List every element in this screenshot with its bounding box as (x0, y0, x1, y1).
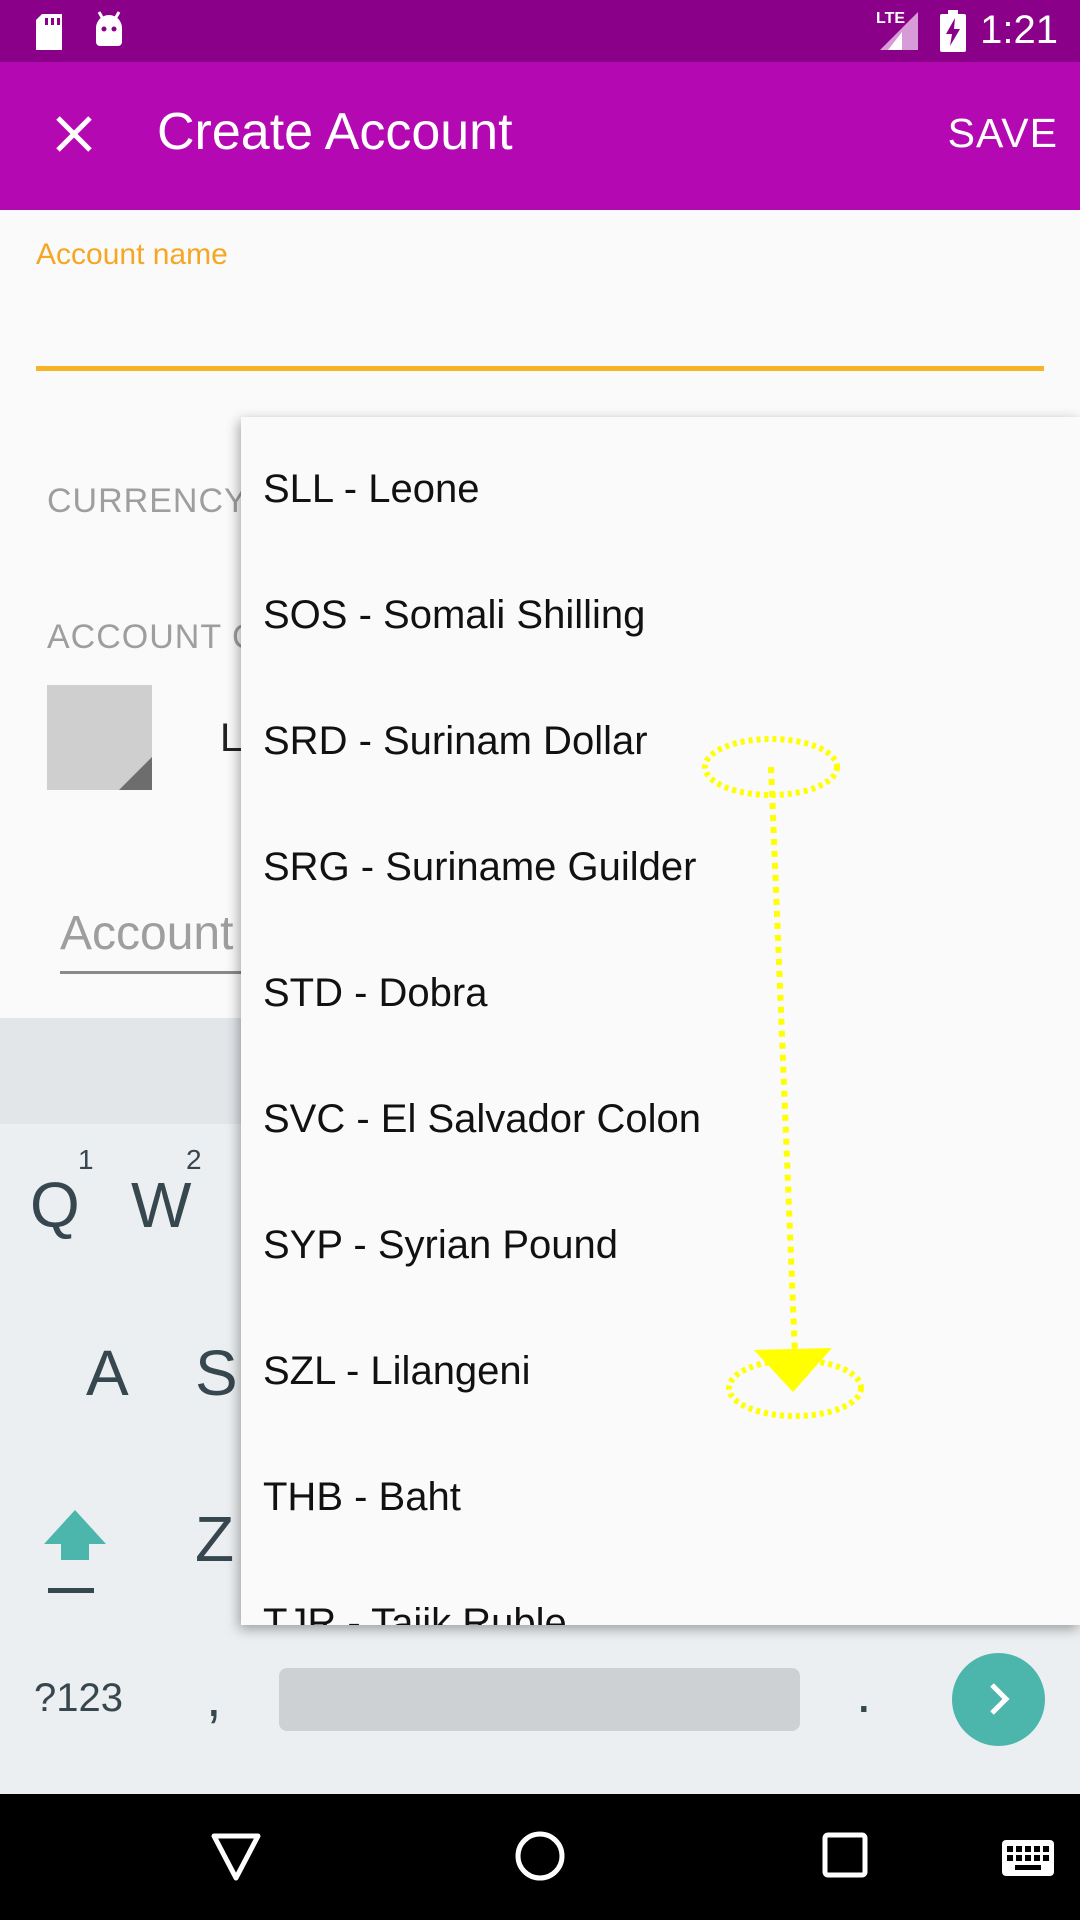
color-swatch[interactable] (47, 685, 152, 790)
comma-key[interactable]: , (206, 1664, 222, 1729)
currency-option[interactable]: TJR - Tajik Ruble (241, 1560, 1080, 1626)
account-name-underline (36, 366, 1044, 371)
close-icon[interactable] (52, 112, 96, 156)
back-icon[interactable] (210, 1832, 262, 1887)
currency-option[interactable]: SLL - Leone (241, 426, 1080, 552)
currency-label: CURRENCY (47, 482, 248, 520)
status-time: 1:21 (980, 8, 1058, 52)
currency-option[interactable]: SZL - Lilangeni (241, 1308, 1080, 1434)
key-q-hint: 1 (78, 1144, 94, 1175)
save-button[interactable]: SAVE (948, 110, 1058, 157)
color-value: L (220, 716, 243, 760)
page-title: Create Account (157, 103, 513, 161)
key-w[interactable]: W (131, 1168, 191, 1242)
currency-option[interactable]: STD - Dobra (241, 930, 1080, 1056)
account-name-label: Account name (36, 238, 228, 271)
key-z[interactable]: Z (195, 1502, 234, 1576)
battery-charging-icon (940, 10, 966, 57)
status-bar: LTE 1:21 (0, 0, 1080, 62)
currency-option[interactable]: THB - Baht (241, 1434, 1080, 1560)
description-underline (60, 971, 260, 974)
chevron-right-icon (990, 1683, 1010, 1715)
keyboard-switch-icon[interactable] (1002, 1840, 1054, 1881)
next-action-button[interactable] (952, 1653, 1045, 1746)
app-bar: Create Account SAVE (0, 62, 1080, 210)
symbols-key[interactable]: ?123 (34, 1676, 123, 1721)
recents-icon[interactable] (822, 1832, 868, 1883)
currency-dropdown[interactable]: SLL - Leone SOS - Somali Shilling SRD - … (241, 417, 1080, 1625)
navigation-bar (0, 1794, 1080, 1920)
currency-option[interactable]: SRG - Suriname Guilder (241, 804, 1080, 930)
currency-option[interactable]: SYP - Syrian Pound (241, 1182, 1080, 1308)
account-color-label: ACCOUNT C (47, 618, 258, 656)
currency-option[interactable]: SVC - El Salvador Colon (241, 1056, 1080, 1182)
space-bar[interactable] (279, 1668, 800, 1731)
currency-option[interactable]: SRD - Surinam Dollar (241, 678, 1080, 804)
key-q[interactable]: Q (30, 1168, 80, 1242)
key-s[interactable]: S (195, 1336, 238, 1410)
key-a[interactable]: A (86, 1336, 129, 1410)
network-label: LTE (876, 10, 906, 27)
home-icon[interactable] (514, 1830, 566, 1887)
lte-signal-icon: LTE (876, 10, 920, 55)
account-name-input[interactable] (36, 280, 1044, 366)
account-description-input[interactable]: Account (60, 906, 233, 961)
sd-card-icon (34, 14, 64, 55)
key-w-hint: 2 (186, 1144, 202, 1175)
shift-icon[interactable] (42, 1506, 108, 1601)
android-icon (92, 10, 126, 53)
currency-option[interactable]: SOS - Somali Shilling (241, 552, 1080, 678)
period-key[interactable]: . (856, 1660, 872, 1725)
